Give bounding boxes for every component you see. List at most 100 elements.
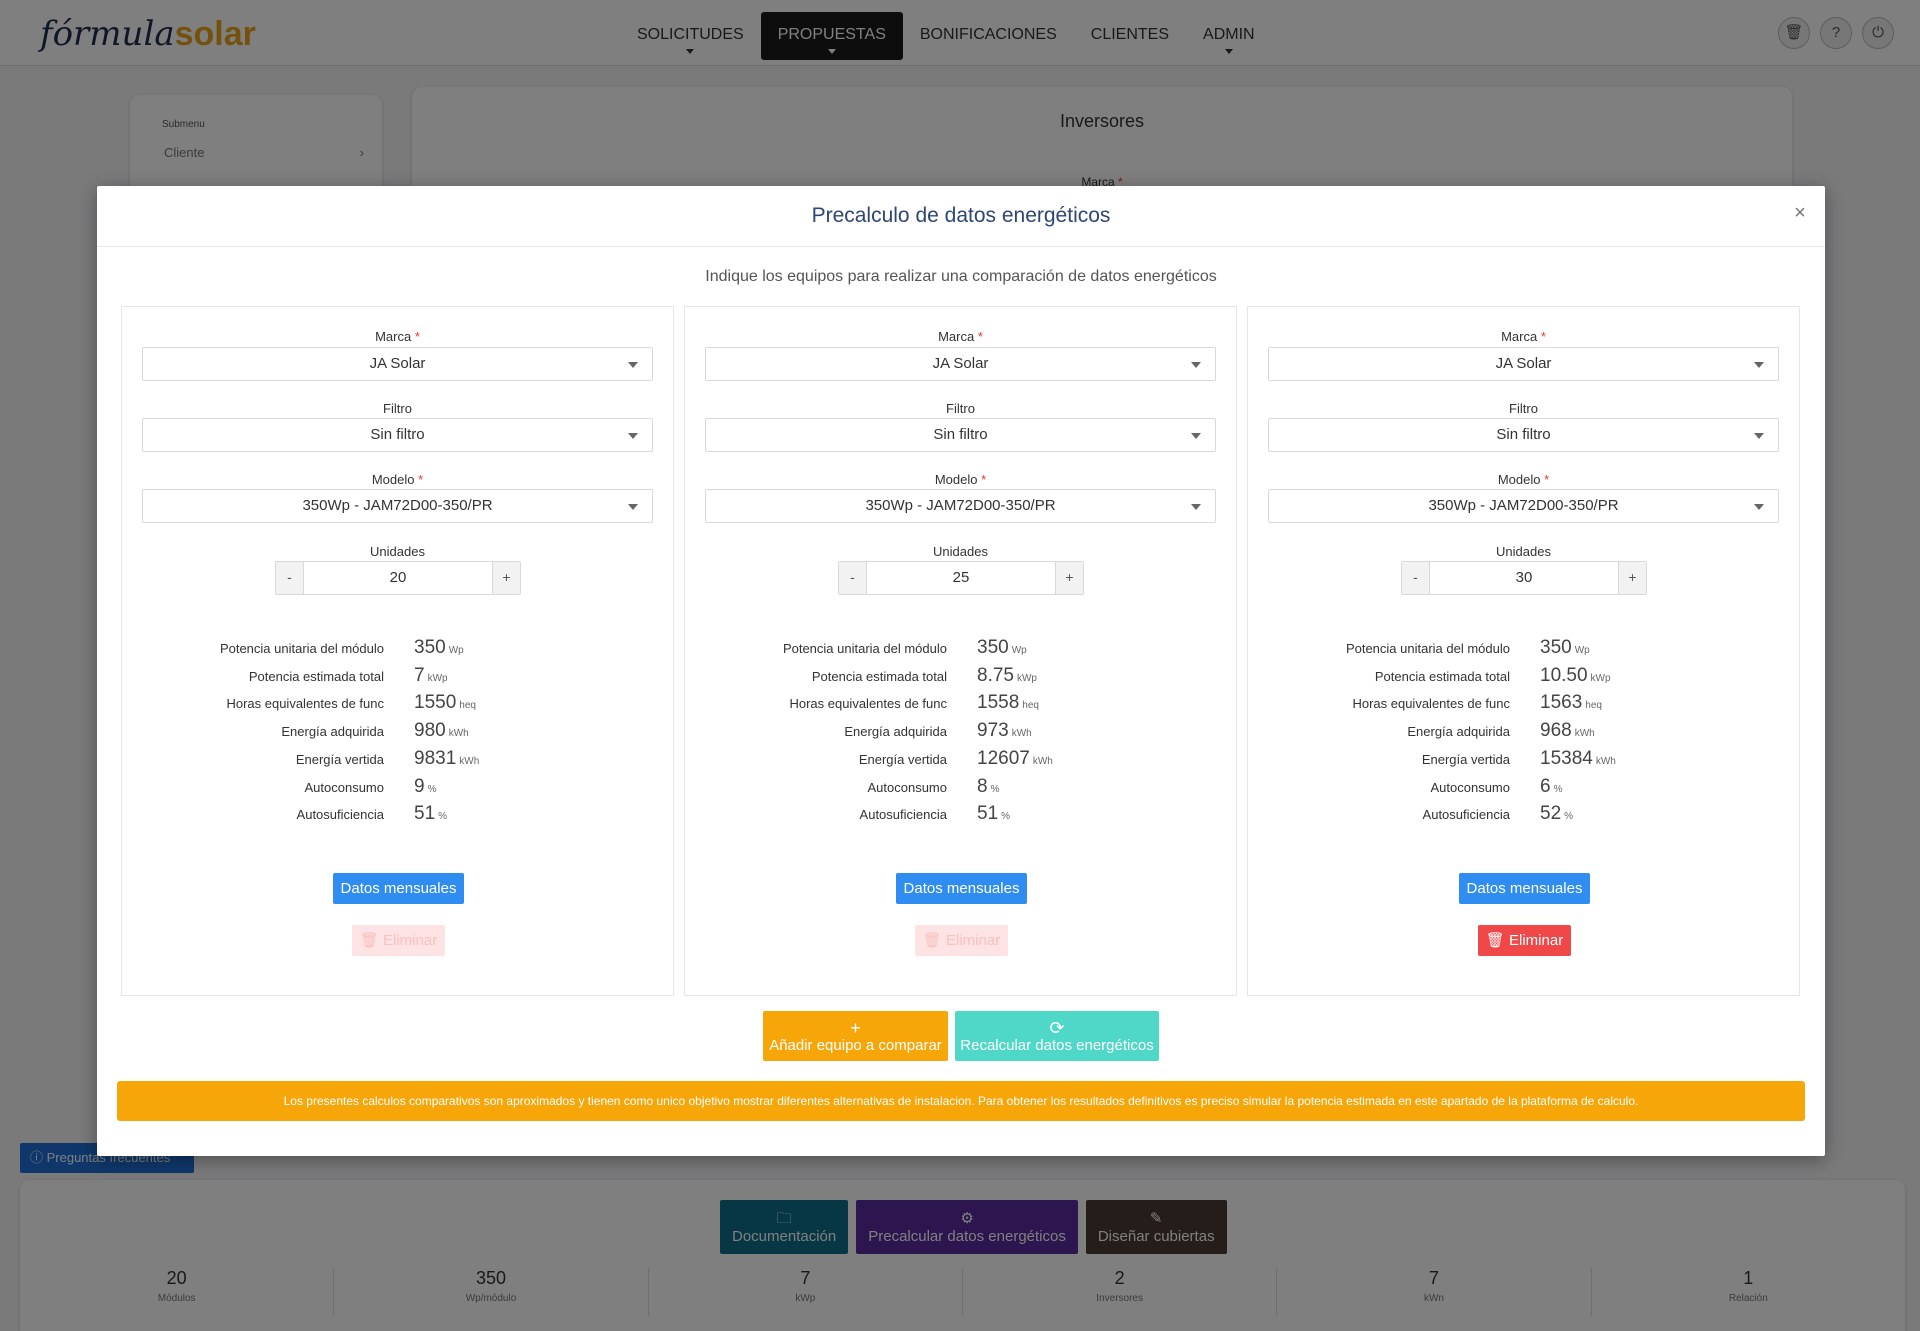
metric-row: Potencia estimada total 7 kWp xyxy=(122,665,673,689)
metric-label: Energía vertida xyxy=(858,752,947,767)
metric-unit: Wp xyxy=(1011,645,1027,656)
metric-label: Energía adquirida xyxy=(1407,724,1510,739)
metric-unit: kWh xyxy=(1011,728,1032,739)
marca-label: Marca * xyxy=(938,329,983,344)
modelo-select[interactable]: 350Wp - JAM72D00-350/PR xyxy=(1268,489,1779,523)
metric-row: Horas equivalentes de func 1563 heq xyxy=(1248,692,1799,716)
decrement-button[interactable]: - xyxy=(276,562,304,594)
metric-value: 7 kWp xyxy=(414,665,448,686)
modelo-select[interactable]: 350Wp - JAM72D00-350/PR xyxy=(705,489,1216,523)
metric-unit: % xyxy=(1553,784,1563,795)
metric-row: Potencia unitaria del módulo 350 Wp xyxy=(122,637,673,661)
metric-row: Energía adquirida 968 kWh xyxy=(1248,720,1799,744)
metric-label: Autosuficiencia xyxy=(1422,807,1510,822)
filtro-select[interactable]: Sin filtro xyxy=(705,418,1216,452)
close-icon[interactable]: × xyxy=(1789,202,1811,224)
filtro-label: Filtro xyxy=(383,401,412,416)
metric-row: Energía adquirida 973 kWh xyxy=(685,720,1236,744)
unidades-label: Unidades xyxy=(1496,544,1551,559)
modelo-label: Modelo * xyxy=(934,472,987,487)
metric-label: Horas equivalentes de func xyxy=(226,696,384,711)
increment-button[interactable]: + xyxy=(1618,562,1646,594)
unidades-input[interactable]: 20 xyxy=(304,562,492,594)
metric-unit: kWh xyxy=(459,756,480,767)
metric-label: Energía vertida xyxy=(295,752,384,767)
metric-label: Potencia estimada total xyxy=(811,669,947,684)
metric-row: Potencia unitaria del módulo 350 Wp xyxy=(685,637,1236,661)
delete-button[interactable]: 🗑 Eliminar xyxy=(352,925,445,956)
metric-label: Potencia unitaria del módulo xyxy=(219,641,384,656)
metric-row: Autoconsumo 9% xyxy=(122,776,673,800)
metric-row: Potencia unitaria del módulo 350 Wp xyxy=(1248,637,1799,661)
unidades-stepper: - 25 + xyxy=(838,561,1084,595)
metric-unit: kWp xyxy=(1590,673,1611,684)
metric-row: Horas equivalentes de func 1550 heq xyxy=(122,692,673,716)
monthly-data-button[interactable]: Datos mensuales xyxy=(333,873,464,904)
metric-unit: % xyxy=(1001,811,1011,822)
modelo-label: Modelo * xyxy=(1497,472,1550,487)
decrement-button[interactable]: - xyxy=(839,562,867,594)
metric-label: Potencia estimada total xyxy=(248,669,384,684)
metric-label: Autoconsumo xyxy=(1430,780,1511,795)
metric-value: 15384 kWh xyxy=(1540,748,1616,769)
unidades-input[interactable]: 30 xyxy=(1430,562,1618,594)
metric-value: 10.50 kWp xyxy=(1540,665,1611,686)
metric-label: Horas equivalentes de func xyxy=(1352,696,1510,711)
marca-label: Marca * xyxy=(375,329,420,344)
monthly-data-button[interactable]: Datos mensuales xyxy=(896,873,1027,904)
metric-row: Autosuficiencia 51% xyxy=(685,803,1236,827)
marca-select[interactable]: JA Solar xyxy=(705,347,1216,381)
equipment-column-2: Marca * JA Solar Filtro Sin filtro Modelo * 3… xyxy=(684,306,1237,996)
metric-value: 973 kWh xyxy=(977,720,1032,741)
filtro-select[interactable]: Sin filtro xyxy=(142,418,653,452)
marca-select[interactable]: JA Solar xyxy=(142,347,653,381)
metric-unit: Wp xyxy=(1574,645,1590,656)
metric-unit: % xyxy=(427,784,437,795)
filtro-label: Filtro xyxy=(946,401,975,416)
metric-value: 12607 kWh xyxy=(977,748,1053,769)
metric-value: 350 Wp xyxy=(414,637,464,658)
recalculate-button[interactable]: ⟳ Recalcular datos energéticos xyxy=(955,1011,1159,1061)
marca-select[interactable]: JA Solar xyxy=(1268,347,1779,381)
metric-value: 51% xyxy=(977,803,1011,824)
metric-value: 980 kWh xyxy=(414,720,469,741)
metric-value: 9% xyxy=(414,776,437,797)
metric-unit: % xyxy=(438,811,448,822)
add-equipment-button[interactable]: + Añadir equipo a comparar xyxy=(763,1011,948,1061)
modal-header: Precalculo de datos energéticos × xyxy=(97,186,1825,247)
metric-row: Potencia estimada total 8.75 kWp xyxy=(685,665,1236,689)
disclaimer-banner: Los presentes calculos comparativos son … xyxy=(117,1081,1805,1121)
metric-label: Energía vertida xyxy=(1421,752,1510,767)
metric-label: Autoconsumo xyxy=(867,780,948,795)
metric-value: 6% xyxy=(1540,776,1563,797)
metric-row: Autoconsumo 8% xyxy=(685,776,1236,800)
metric-value: 350 Wp xyxy=(977,637,1027,658)
metric-unit: Wp xyxy=(448,645,464,656)
increment-button[interactable]: + xyxy=(492,562,520,594)
metric-row: Potencia estimada total 10.50 kWp xyxy=(1248,665,1799,689)
increment-button[interactable]: + xyxy=(1055,562,1083,594)
decrement-button[interactable]: - xyxy=(1402,562,1430,594)
metric-row: Energía vertida 9831 kWh xyxy=(122,748,673,772)
unidades-label: Unidades xyxy=(370,544,425,559)
modelo-label: Modelo * xyxy=(371,472,424,487)
precalculo-modal: Precalculo de datos energéticos × Indiqu… xyxy=(97,186,1825,1156)
metric-value: 1558 heq xyxy=(977,692,1039,713)
chevron-down-icon xyxy=(1754,504,1764,510)
delete-button[interactable]: 🗑 Eliminar xyxy=(915,925,1008,956)
filtro-select[interactable]: Sin filtro xyxy=(1268,418,1779,452)
metric-value: 9831 kWh xyxy=(414,748,480,769)
chevron-down-icon xyxy=(628,433,638,439)
unidades-input[interactable]: 25 xyxy=(867,562,1055,594)
modal-title: Precalculo de datos energéticos xyxy=(811,204,1111,227)
chevron-down-icon xyxy=(1754,362,1764,368)
equipment-column-3: Marca * JA Solar Filtro Sin filtro Modelo * 3… xyxy=(1247,306,1800,996)
chevron-down-icon xyxy=(628,504,638,510)
delete-button[interactable]: 🗑 Eliminar xyxy=(1478,925,1571,956)
metric-label: Horas equivalentes de func xyxy=(789,696,947,711)
modelo-select[interactable]: 350Wp - JAM72D00-350/PR xyxy=(142,489,653,523)
plus-icon: + xyxy=(850,1017,861,1038)
metric-label: Potencia unitaria del módulo xyxy=(1345,641,1510,656)
monthly-data-button[interactable]: Datos mensuales xyxy=(1459,873,1590,904)
metric-unit: % xyxy=(1564,811,1574,822)
